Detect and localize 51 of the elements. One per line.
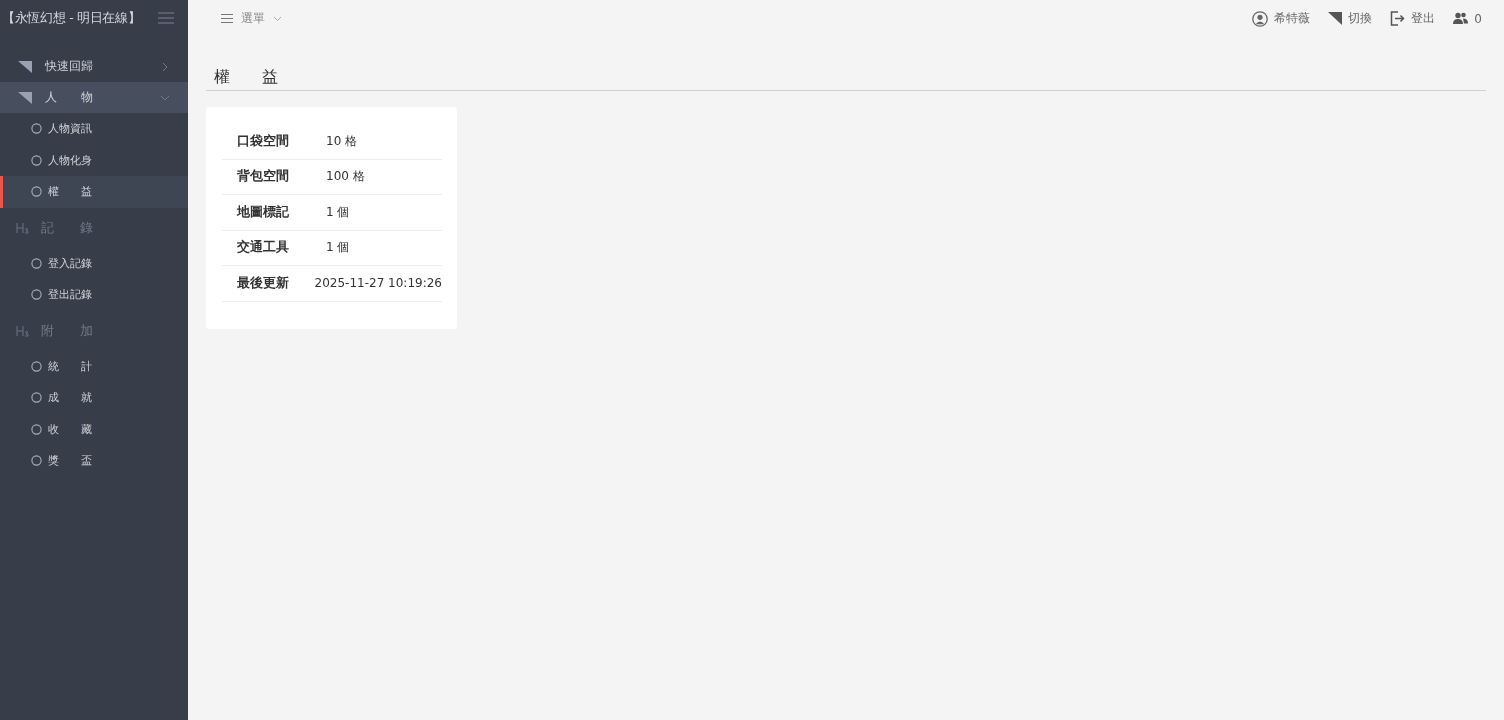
triangle-icon xyxy=(1328,12,1343,25)
sidebar-item[interactable]: 統 計 xyxy=(0,350,188,382)
switch-link[interactable]: 切換 xyxy=(1328,10,1373,27)
sidebar-item[interactable]: 成 就 xyxy=(0,382,188,414)
section-heading: 記 錄 xyxy=(41,218,93,237)
triangle-icon xyxy=(18,60,32,73)
users-icon xyxy=(1453,12,1469,25)
sidebar-item[interactable]: 獎 盃 xyxy=(0,445,188,477)
sidebar-item[interactable]: 人物資訊 xyxy=(0,113,188,145)
chevron-icon xyxy=(160,61,170,72)
circle-icon xyxy=(31,186,42,198)
field-label: 交通工具 xyxy=(236,239,290,257)
sidebar-item[interactable]: 權 益 xyxy=(0,176,188,208)
circle-icon xyxy=(31,154,42,166)
page-title: 權 益 xyxy=(206,67,1486,91)
sidebar-menu-item[interactable]: 快速回歸 xyxy=(0,51,188,82)
field-value: 1 個 xyxy=(326,239,350,257)
section-heading: 附 加 xyxy=(41,321,93,340)
field-label: 地圖標記 xyxy=(235,203,290,221)
circle-icon xyxy=(31,289,42,301)
field-value: 100 格 xyxy=(326,168,365,186)
field-value: 1 個 xyxy=(326,203,350,221)
menu-dropdown[interactable]: 選單 xyxy=(221,10,282,27)
logout-icon xyxy=(1390,11,1406,26)
sidebar-item[interactable]: 人物化身 xyxy=(0,144,188,176)
heading-icon xyxy=(16,221,30,234)
triangle-icon xyxy=(18,91,32,104)
online-users[interactable]: 0 xyxy=(1453,10,1482,27)
field-label: 最後更新 xyxy=(236,274,290,292)
heading-icon xyxy=(16,324,30,337)
logout-link[interactable]: 登出 xyxy=(1390,10,1436,27)
circle-icon xyxy=(31,360,42,372)
field-value: 2025-11-27 10:19:26 xyxy=(314,276,442,291)
field-label: 口袋空間 xyxy=(236,132,290,150)
user-icon xyxy=(1252,10,1269,27)
circle-icon xyxy=(31,423,42,435)
field-label: 背包空間 xyxy=(236,168,290,186)
user-link[interactable]: 希特薇 xyxy=(1252,10,1311,27)
site-title: 【永恆幻想 - 明日在線】 xyxy=(2,9,141,27)
sidebar-item[interactable]: 收 藏 xyxy=(0,413,188,445)
circle-icon xyxy=(31,455,42,467)
circle-icon xyxy=(31,123,42,135)
sidebar-item[interactable]: 登入記錄 xyxy=(0,247,188,279)
menu-icon xyxy=(221,14,233,23)
field-value: 10 格 xyxy=(326,132,358,150)
circle-icon xyxy=(31,257,42,269)
sidebar-item[interactable]: 登出記錄 xyxy=(0,279,188,311)
menu-icon[interactable] xyxy=(158,12,174,24)
chevron-icon xyxy=(273,15,282,22)
sidebar-menu-item[interactable]: 人 物 xyxy=(0,82,188,113)
circle-icon xyxy=(31,392,42,404)
